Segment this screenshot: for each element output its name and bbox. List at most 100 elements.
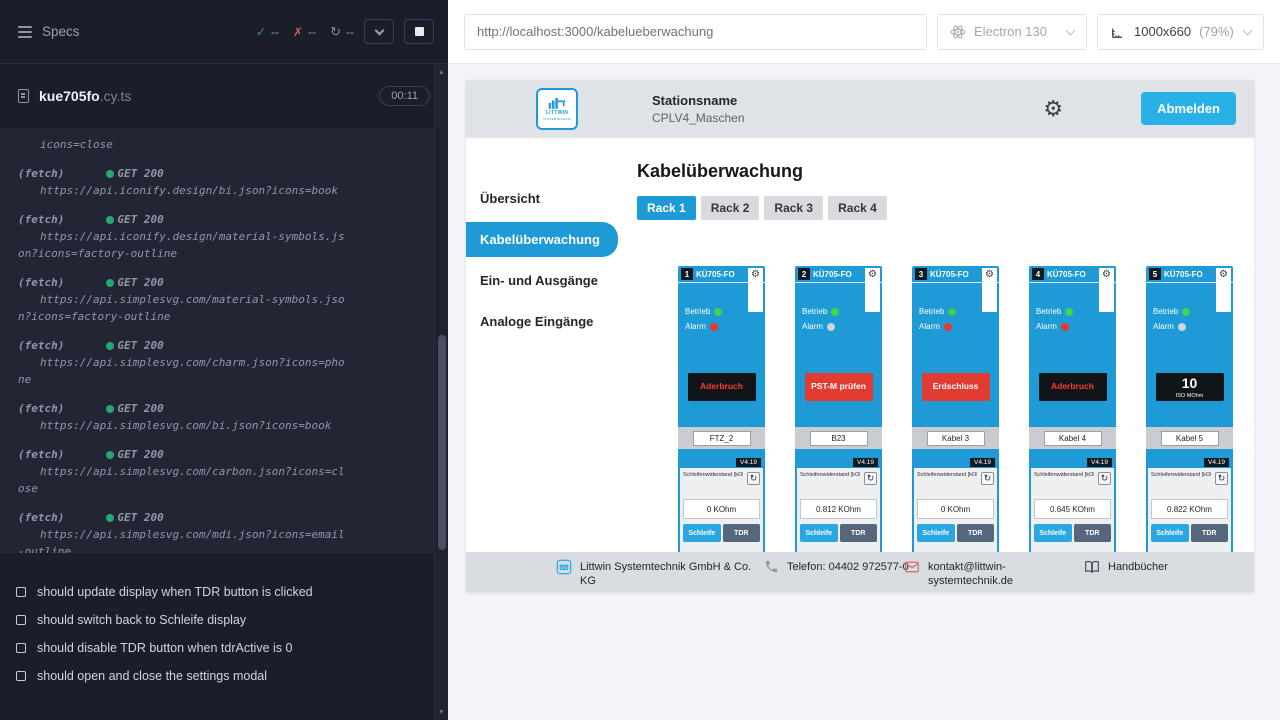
tdr-button[interactable]: TDR [723,524,761,542]
collapse-all-button[interactable] [364,19,394,44]
alarm-label: Alarm [685,322,706,331]
nav-item-analoge-eingaenge[interactable]: Analoge Eingänge [466,304,618,339]
device-settings-gear-icon[interactable]: ⚙ [985,270,994,312]
test-item[interactable]: should switch back to Schleife display [16,606,418,634]
fetch-log-entry[interactable]: (fetch) GET 200 https://api.simplesvg.co… [18,509,416,553]
fetch-log-entry[interactable]: (fetch) GET 200 https://api.simplesvg.co… [18,400,416,434]
betrieb-label: Betrieb [685,307,710,316]
tdr-button[interactable]: TDR [1074,524,1112,542]
measurement-header: Schleifenwiderstand [kOhm] ↻ [800,472,877,485]
alarm-led [1178,323,1186,331]
browser-select[interactable]: Electron 130 [937,14,1087,50]
scroll-down-arrow[interactable]: ▼ [435,704,448,720]
specs-menu-button[interactable]: Specs [18,24,80,39]
viewport-select[interactable]: 1000x660 (79%) [1097,14,1264,50]
fetch-log-entry[interactable]: (fetch) GET 200 https://api.simplesvg.co… [18,337,416,388]
fetch-entry-head: (fetch) GET 200 [18,400,416,417]
footer-manuals-link[interactable]: Handbücher [1084,560,1168,575]
nav-item-uebersicht[interactable]: Übersicht [466,181,618,216]
nav-item-ein-und-ausgaenge[interactable]: Ein- und Ausgänge [466,263,618,298]
http-status: GET 200 [117,274,163,291]
alarm-led [710,323,718,331]
tab-rack-3[interactable]: Rack 3 [764,196,823,220]
request-url: https://api.simplesvg.com/mdi.json?icons… [18,526,348,553]
fetch-log-entry[interactable]: (fetch) GET 200 https://api.simplesvg.co… [18,446,416,497]
refresh-icon[interactable]: ↻ [981,472,994,485]
card-buttons: Schleife TDR [800,524,877,542]
scroll-up-arrow[interactable]: ▲ [435,64,448,80]
tab-rack-4[interactable]: Rack 4 [828,196,887,220]
test-item[interactable]: should open and close the settings modal [16,662,418,690]
phone-icon [764,559,779,574]
test-item[interactable]: should update display when TDR button is… [16,578,418,606]
card-corner-panel: ⚙ [865,268,880,312]
schleife-button[interactable]: Schleife [1151,524,1189,542]
pending-count: -- [346,25,354,39]
sidebar-nav: Übersicht Kabelüberwachung Ein- und Ausg… [466,137,618,552]
device-settings-gear-icon[interactable]: ⚙ [1102,270,1111,312]
refresh-icon[interactable]: ↻ [1098,472,1111,485]
alarm-led-row: Alarm [1146,322,1233,331]
device-settings-gear-icon[interactable]: ⚙ [751,270,760,312]
tab-rack-1[interactable]: Rack 1 [637,196,696,220]
cable-name: Kabel 4 [1044,431,1102,446]
schleife-button[interactable]: Schleife [683,524,721,542]
nav-item-kabelueberwachung[interactable]: Kabelüberwachung [466,222,618,257]
request-url: https://api.simplesvg.com/charm.json?ico… [18,354,348,388]
device-model: KÜ705-FO [696,270,735,279]
url-bar[interactable]: http://localhost:3000/kabelueberwachung [464,14,927,50]
tdr-button[interactable]: TDR [957,524,995,542]
device-card: 2 KÜ705-FO ⚙ Betrieb [795,266,882,552]
refresh-icon[interactable]: ↻ [747,472,760,485]
measurement-panel: Schleifenwiderstand [kOhm] ↻ 0.645 KOhm … [1031,468,1114,552]
betrieb-label: Betrieb [1036,307,1061,316]
device-model: KÜ705-FO [1164,270,1203,279]
status-dot-icon [106,170,114,178]
http-status: GET 200 [117,211,163,228]
settings-gear-icon[interactable]: ⚙ [1043,98,1063,120]
fetch-label: (fetch) [18,509,64,526]
station-name: CPLV4_Maschen [652,111,745,125]
status-display: Aderbruch [688,373,756,401]
scrollbar-thumb[interactable] [438,335,446,550]
logo-text: LITTWIN [546,110,568,116]
request-url: https://api.iconify.design/bi.json?icons… [18,182,348,199]
page-title: Kabelüberwachung [637,161,1254,182]
betrieb-label: Betrieb [919,307,944,316]
fetch-entry-head: (fetch) GET 200 [18,274,416,291]
schleife-button[interactable]: Schleife [1034,524,1072,542]
device-settings-gear-icon[interactable]: ⚙ [1219,270,1228,312]
stop-run-button[interactable] [404,19,434,44]
fetch-log-entry[interactable]: (fetch) GET 200 https://api.simplesvg.co… [18,274,416,325]
device-number-badge: 2 [798,268,810,280]
firmware-version: V4.19 [970,458,995,467]
fetch-log-entry[interactable]: (fetch) GET 200 https://api.iconify.desi… [18,165,416,199]
logout-button[interactable]: Abmelden [1141,92,1236,125]
tdr-button[interactable]: TDR [840,524,878,542]
status-dot-icon [106,514,114,522]
chevron-down-icon [1066,25,1076,35]
alarm-label: Alarm [1036,322,1057,331]
refresh-icon[interactable]: ↻ [1215,472,1228,485]
measurement-panel: Schleifenwiderstand [kOhm] ↻ 0.812 KOhm … [797,468,880,552]
schleife-button[interactable]: Schleife [800,524,838,542]
status-text: PST-M prüfen [811,382,866,392]
app-footer: Littwin Systemtechnik GmbH & Co. KG Tele… [466,552,1254,592]
alarm-led [1061,323,1069,331]
tab-rack-2[interactable]: Rack 2 [701,196,760,220]
device-model: KÜ705-FO [813,270,852,279]
alarm-led [827,323,835,331]
chevron-down-icon [374,25,384,35]
test-item[interactable]: should disable TDR button when tdrActive… [16,634,418,662]
test-box-icon [16,643,26,653]
screenshot-root: Specs ✓ -- ✗ -- ↻ -- [0,0,1280,720]
tdr-button[interactable]: TDR [1191,524,1229,542]
status-display: 10 ISO MOhm [1156,373,1224,401]
spec-row[interactable]: kue705fo.cy.ts 00:11 [0,76,448,116]
fetch-log-entry[interactable]: (fetch) GET 200 https://api.iconify.desi… [18,211,416,262]
device-settings-gear-icon[interactable]: ⚙ [868,270,877,312]
schleife-button[interactable]: Schleife [917,524,955,542]
refresh-icon[interactable]: ↻ [864,472,877,485]
logo-subtext: SYSTEMTECHNIK [543,117,571,121]
device-number-badge: 4 [1032,268,1044,280]
